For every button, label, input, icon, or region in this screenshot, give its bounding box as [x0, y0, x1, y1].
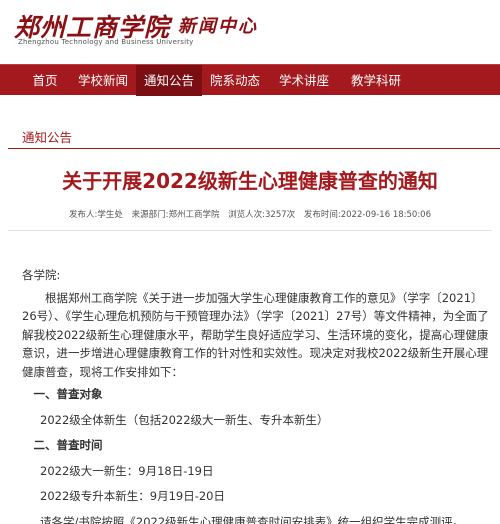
breadcrumb-section[interactable]: 通知公告	[22, 127, 72, 146]
intro-paragraph: 根据郑州工商学院《关于进一步加强大学生心理健康教育工作的意见》（学字〔2021〕…	[22, 290, 489, 379]
nav-item-lectures[interactable]: 学术讲座	[268, 65, 340, 96]
nav-item-school-news[interactable]: 学校新闻	[70, 65, 136, 96]
nav-item-notices[interactable]: 通知公告	[136, 65, 202, 96]
salutation: 各学院:	[22, 268, 61, 282]
site-header: 郑州工商学院 Zhengzhou Technology and Business…	[0, 0, 500, 64]
article-meta: 发布人:学生处 来源部门:郑州工商学院 浏览人次:3257次 发布时间:2022…	[0, 208, 500, 220]
main-nav: 首页 学校新闻 通知公告 院系动态 学术讲座 教学科研	[0, 64, 500, 96]
section-divider	[8, 148, 500, 149]
nav-item-teaching-research[interactable]: 教学科研	[340, 65, 412, 96]
time-item-freshmen: 2022级大一新生：9月18日-19日	[40, 463, 214, 478]
article-body: 各学院: 根据郑州工商学院《关于进一步加强大学生心理健康教育工作的意见》（学字〔…	[22, 266, 494, 524]
news-center-title[interactable]: 新闻中心	[178, 12, 258, 38]
article-title: 关于开展2022级新生心理健康普查的通知	[62, 169, 438, 193]
meta-time: 发布时间:2022-09-16 18:50:06	[303, 210, 431, 220]
meta-source: 来源部门:郑州工商学院	[131, 210, 220, 220]
target-item: 2022级全体新生（包括2022级大一新生、专升本新生）	[40, 412, 329, 427]
meta-divider	[8, 230, 492, 231]
meta-publisher: 发布人:学生处	[69, 210, 123, 220]
time-item-upgrade: 2022级专升本新生：9月19日-20日	[40, 489, 225, 503]
nav-item-home[interactable]: 首页	[20, 65, 70, 96]
closing-paragraph: 请各学/书院按照《2022级新生心理健康普查时间安排表》统一组织学生完成测评。	[40, 514, 465, 524]
nav-item-department-news[interactable]: 院系动态	[202, 65, 268, 96]
section-heading-target: 一、普查对象	[33, 387, 103, 401]
university-english-name: Zhengzhou Technology and Business Univer…	[18, 38, 194, 46]
meta-views: 浏览人次:3257次	[228, 210, 296, 220]
section-heading-time: 二、普查时间	[33, 438, 103, 452]
